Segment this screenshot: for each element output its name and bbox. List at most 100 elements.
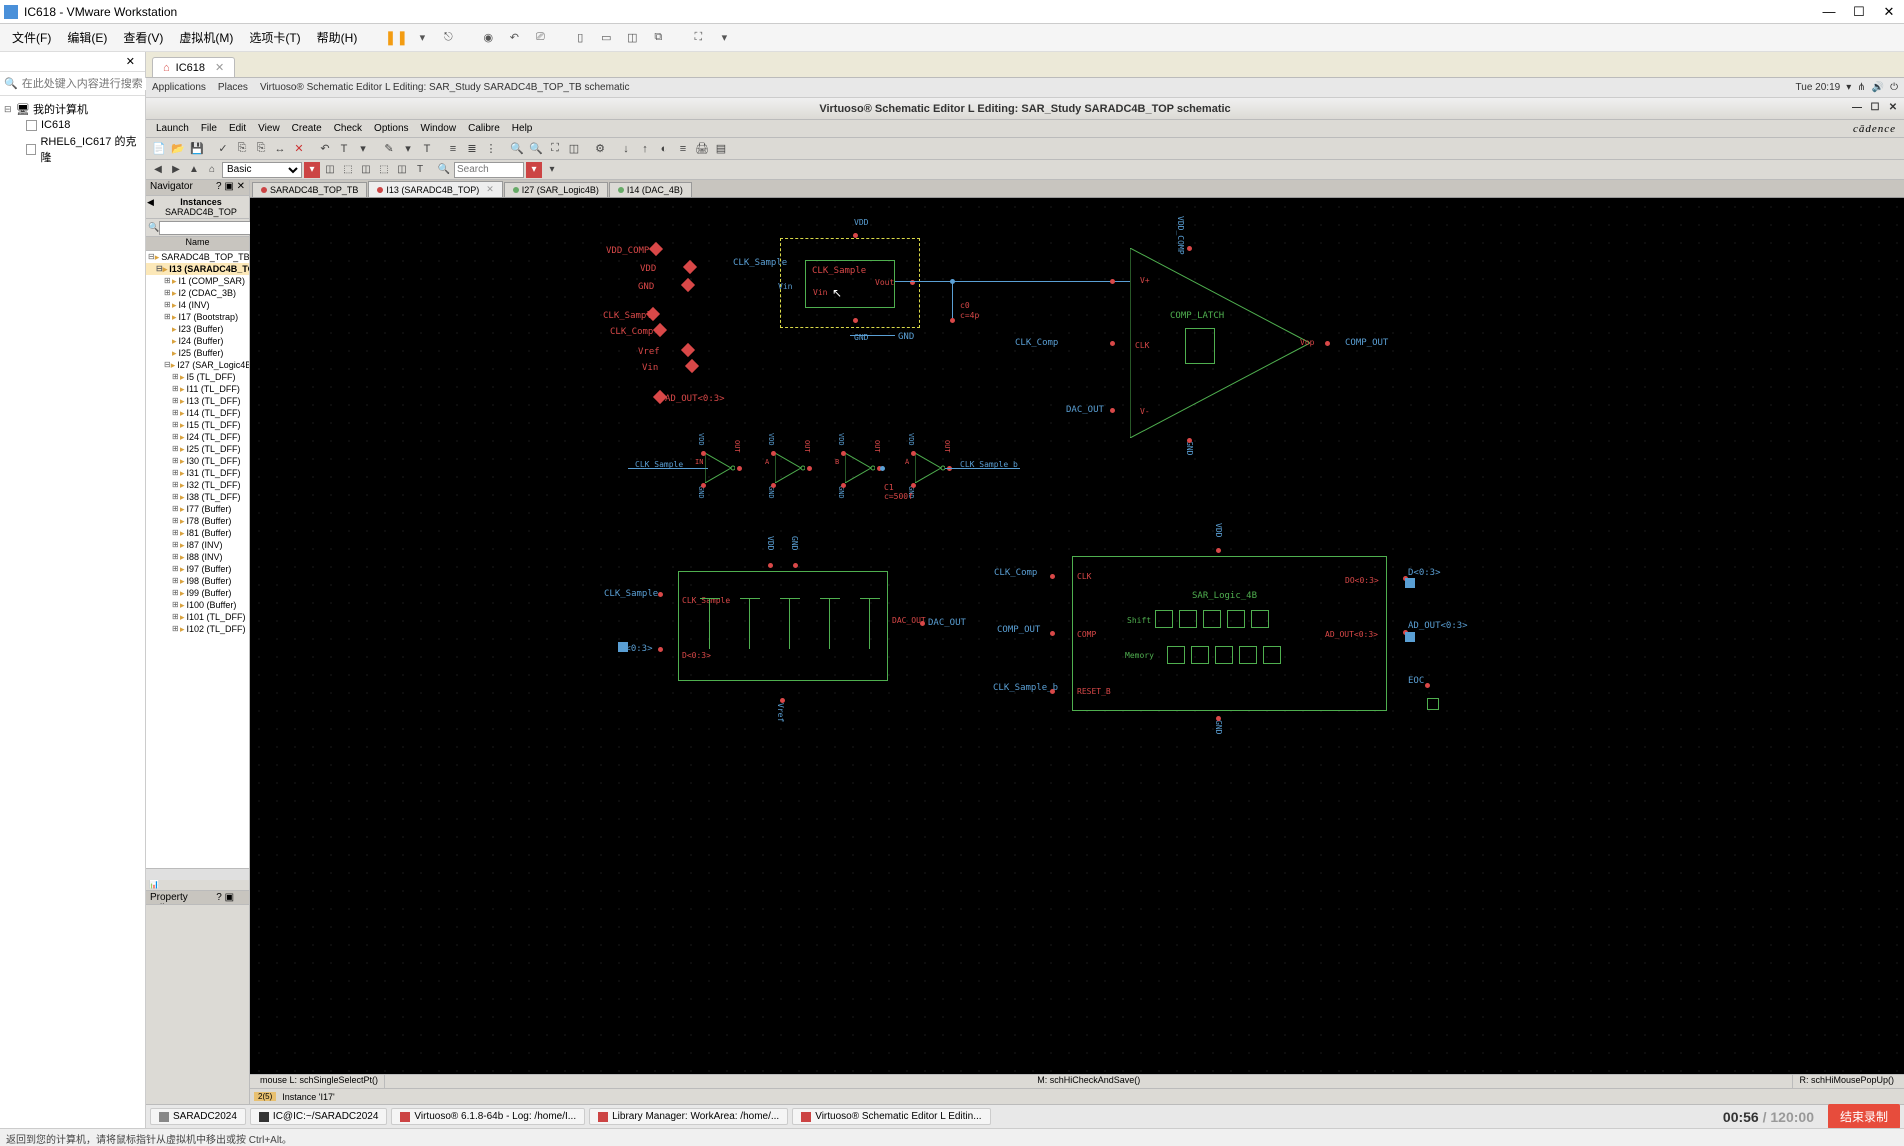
nav-fwd-icon[interactable]: ▶ [168, 162, 184, 178]
nav-tree-item[interactable]: ⊞▸I4 (INV) [146, 299, 249, 311]
nav-home-icon[interactable]: ⌂ [204, 162, 220, 178]
nav-tree-item[interactable]: ⊞▸I1 (COMP_SAR) [146, 275, 249, 287]
menu-view[interactable]: 查看(V) [115, 25, 171, 50]
canvas-tab[interactable]: I13 (SARADC4B_TOP)✕ [368, 181, 502, 197]
menu-help[interactable]: 帮助(H) [309, 25, 366, 50]
nav-tree-item[interactable]: ⊞▸I100 (Buffer) [146, 599, 249, 611]
nav-tree-item[interactable]: ⊟▸SARADC4B_TOP_TB [146, 251, 249, 263]
zoom-out-icon[interactable]: 🔍 [527, 140, 545, 158]
dropdown-icon[interactable]: ▾ [354, 140, 372, 158]
collapse-icon[interactable]: ⊟ [4, 104, 14, 115]
layout4-icon[interactable]: ⧉ [647, 27, 669, 49]
nav-undock-icon[interactable]: ▣ [224, 181, 233, 192]
manage-icon[interactable]: ⎚ [529, 27, 551, 49]
revert-icon[interactable]: ↶ [503, 27, 525, 49]
virt-max-button[interactable]: ☐ [1868, 102, 1882, 116]
nav-hscroll[interactable] [146, 868, 249, 880]
search-opt-icon[interactable]: ▾ [544, 162, 560, 178]
abc-icon[interactable]: T [412, 162, 428, 178]
nav-tree-item[interactable]: ⊞▸I77 (Buffer) [146, 503, 249, 515]
dropdown2-icon[interactable]: ▾ [399, 140, 417, 158]
checkbox[interactable] [26, 144, 36, 155]
nav-close-icon[interactable]: ✕ [237, 181, 245, 192]
layout3-icon[interactable]: ◫ [621, 27, 643, 49]
canvas-tab[interactable]: SARADC4B_TOP_TB [252, 182, 367, 197]
nav-tree-item[interactable]: ⊞▸I98 (Buffer) [146, 575, 249, 587]
nav-tree-item[interactable]: ⊞▸I87 (INV) [146, 539, 249, 551]
nav-tree-item[interactable]: ▸I23 (Buffer) [146, 323, 249, 335]
prop-icon[interactable]: ✎ [380, 140, 398, 158]
nav-back-arrow[interactable]: ◀ [147, 197, 154, 208]
new-icon[interactable]: 📄 [150, 140, 168, 158]
nav-back-icon[interactable]: ◀ [150, 162, 166, 178]
sel-icon[interactable]: ⬚ [340, 162, 356, 178]
delete-icon[interactable]: ✕ [290, 140, 308, 158]
close-button[interactable]: ✕ [1878, 4, 1900, 20]
vm-tab-ic618[interactable]: ⌂ IC618 ✕ [152, 57, 235, 77]
volume-icon[interactable]: 🔊 [1872, 82, 1884, 93]
nav-tree-item[interactable]: ⊞▸I24 (TL_DFF) [146, 431, 249, 443]
nav-tree-item[interactable]: ⊞▸I101 (TL_DFF) [146, 611, 249, 623]
nav-tree-item[interactable]: ⊞▸I31 (TL_DFF) [146, 467, 249, 479]
task-terminal[interactable]: IC@IC:~/SARADC2024 [250, 1108, 387, 1125]
stop-recording-button[interactable]: 结束录制 [1828, 1104, 1900, 1129]
nav-tree-item[interactable]: ⊟▸I27 (SAR_Logic4B) [146, 359, 249, 371]
vmenu-options[interactable]: Options [368, 123, 414, 134]
checkbox[interactable] [26, 120, 37, 131]
send-keys-icon[interactable]: ⎋ [437, 27, 459, 49]
task-ciw[interactable]: Virtuoso® 6.1.8-64b - Log: /home/I... [391, 1108, 585, 1125]
task-saradc[interactable]: SARADC2024 [150, 1108, 246, 1125]
sel4-icon[interactable]: ◫ [394, 162, 410, 178]
unity-icon[interactable]: ▾ [713, 27, 735, 49]
nav-tree-item[interactable]: ⊞▸I5 (TL_DFF) [146, 371, 249, 383]
maximize-button[interactable]: ☐ [1848, 4, 1870, 20]
nav-tree-item[interactable]: ⊞▸I25 (TL_DFF) [146, 443, 249, 455]
task-libmgr[interactable]: Library Manager: WorkArea: /home/... [589, 1108, 788, 1125]
combo-btn1[interactable]: ▾ [304, 162, 320, 178]
misc2-icon[interactable]: ≡ [674, 140, 692, 158]
nav-tree-item[interactable]: ⊞▸I78 (Buffer) [146, 515, 249, 527]
nav-tree-item[interactable]: ⊞▸I81 (Buffer) [146, 527, 249, 539]
save-icon[interactable]: 💾 [188, 140, 206, 158]
asc-icon[interactable]: ↑ [636, 140, 654, 158]
vmenu-window[interactable]: Window [415, 123, 463, 134]
layer-combo[interactable]: Basic [222, 162, 302, 178]
misc1-icon[interactable]: ◐ [655, 140, 673, 158]
text2-icon[interactable]: T [418, 140, 436, 158]
nav-tree-item[interactable]: ⊞▸I88 (INV) [146, 551, 249, 563]
search-go-icon[interactable]: ▾ [526, 162, 542, 178]
schematic-canvas[interactable]: VDD_COMPVDDGNDCLK_SampleCLK_CompVrefVin … [250, 198, 1904, 1074]
virt-min-button[interactable]: — [1850, 102, 1864, 116]
sel2-icon[interactable]: ◫ [358, 162, 374, 178]
tree-item-rhel6[interactable]: RHEL6_IC617 的克隆 [4, 132, 141, 166]
minimize-button[interactable]: — [1818, 4, 1840, 20]
vmenu-edit[interactable]: Edit [223, 123, 252, 134]
task-schematic[interactable]: Virtuoso® Schematic Editor L Editin... [792, 1108, 990, 1125]
nav-tree-item[interactable]: ⊞▸I38 (TL_DFF) [146, 491, 249, 503]
nav-tree-item[interactable]: ⊞▸I2 (CDAC_3B) [146, 287, 249, 299]
nav-tree-item[interactable]: ⊟▸I13 (SARADC4B_TOP) [146, 263, 249, 275]
tool-icon[interactable]: ⚙ [591, 140, 609, 158]
tree-item-ic618[interactable]: IC618 [4, 118, 141, 132]
combo-btn2[interactable]: ◫ [322, 162, 338, 178]
stretch-icon[interactable]: ↔ [271, 140, 289, 158]
nav-tree-item[interactable]: ▸I24 (Buffer) [146, 335, 249, 347]
search2-icon[interactable]: 🔍 [436, 162, 452, 178]
network-icon[interactable]: ⋔ [1857, 82, 1865, 93]
nav-tree-item[interactable]: ⊞▸I11 (TL_DFF) [146, 383, 249, 395]
sidebar-close-icon[interactable]: ✕ [120, 53, 141, 70]
snapshot-icon[interactable]: ◉ [477, 27, 499, 49]
open-icon[interactable]: 📂 [169, 140, 187, 158]
fullscreen-icon[interactable]: ⛶ [687, 27, 709, 49]
zoom-sel-icon[interactable]: ◫ [565, 140, 583, 158]
check-icon[interactable]: ✓ [214, 140, 232, 158]
nav-tree-item[interactable]: ⊞▸I97 (Buffer) [146, 563, 249, 575]
nav-tree-item[interactable]: ⊞▸I32 (TL_DFF) [146, 479, 249, 491]
vmenu-create[interactable]: Create [286, 123, 328, 134]
zoom-in-icon[interactable]: 🔍 [508, 140, 526, 158]
gnome-time[interactable]: Tue 20:19 [1796, 82, 1841, 93]
prop-undock-icon[interactable]: ▣ [225, 892, 234, 903]
align3-icon[interactable]: ⋮ [482, 140, 500, 158]
sar-ad-pin[interactable] [1405, 632, 1415, 642]
virt-close-button[interactable]: ✕ [1886, 102, 1900, 116]
